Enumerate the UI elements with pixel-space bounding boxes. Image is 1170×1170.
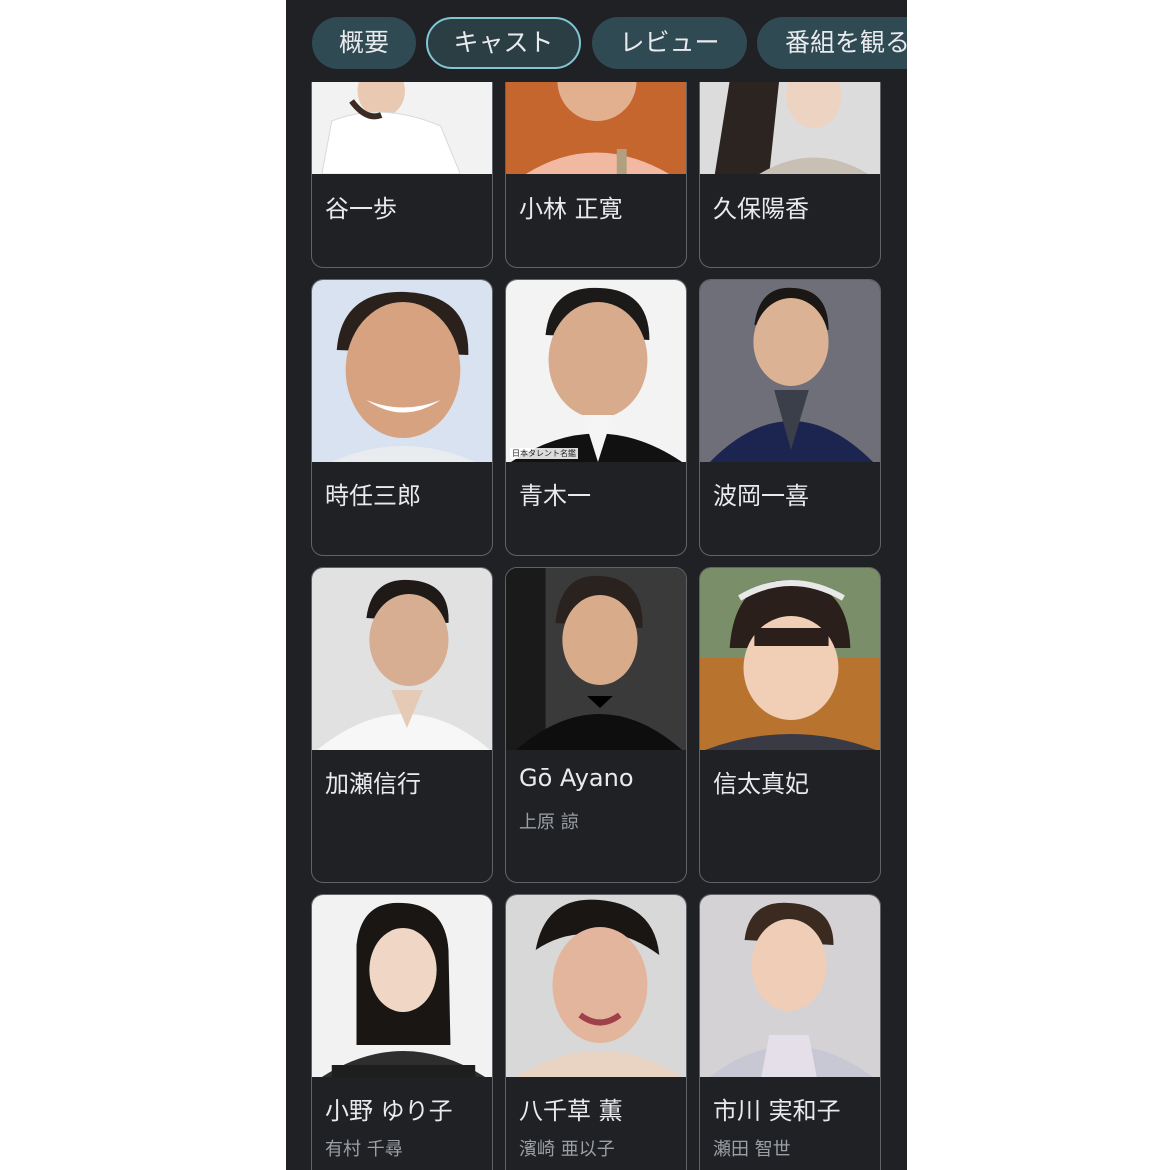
- cast-role: 瀬田 智世: [713, 1139, 791, 1160]
- tab-watch[interactable]: 番組を観る: [757, 17, 907, 69]
- cast-photo: [506, 895, 686, 1077]
- cast-photo: [312, 568, 492, 750]
- cast-card[interactable]: Gō Ayano 上原 諒: [505, 567, 687, 883]
- cast-name: 青木一: [519, 482, 591, 510]
- cast-card[interactable]: 信太真妃: [699, 567, 881, 883]
- tab-reviews[interactable]: レビュー: [592, 17, 747, 69]
- cast-photo: 日本タレント名鑑: [506, 280, 686, 462]
- cast-photo: [700, 280, 880, 462]
- cast-card[interactable]: 八千草 薫 濱崎 亜以子: [505, 894, 687, 1170]
- cast-name: 小野 ゆり子: [325, 1097, 453, 1125]
- cast-name: 八千草 薫: [519, 1097, 623, 1125]
- cast-card[interactable]: 日本タレント名鑑 青木一: [505, 279, 687, 556]
- cast-photo: [700, 895, 880, 1077]
- cast-name: 久保陽香: [713, 195, 809, 223]
- cast-photo: [312, 895, 492, 1077]
- cast-card[interactable]: 小野 ゆり子 有村 千尋: [311, 894, 493, 1170]
- tab-overview[interactable]: 概要: [312, 17, 416, 69]
- cast-role: 有村 千尋: [325, 1139, 403, 1160]
- cast-role: 濱崎 亜以子: [519, 1139, 615, 1160]
- cast-card[interactable]: 時任三郎: [311, 279, 493, 556]
- cast-card[interactable]: 加瀬信行: [311, 567, 493, 883]
- cast-card[interactable]: 市川 実和子 瀬田 智世: [699, 894, 881, 1170]
- cast-photo: [312, 280, 492, 462]
- cast-name: 谷一歩: [325, 195, 397, 223]
- phone-screen: 谷一歩 小林 正寛 久保陽香 時任三郎 日本タレント名鑑 青木一 波岡一喜 加瀬…: [286, 0, 907, 1170]
- cast-name: 信太真妃: [713, 770, 809, 798]
- cast-name: 波岡一喜: [713, 482, 809, 510]
- cast-name: 時任三郎: [325, 482, 421, 510]
- cast-role: 上原 諒: [519, 812, 579, 833]
- cast-name: 市川 実和子: [713, 1097, 841, 1125]
- cast-name: 小林 正寛: [519, 195, 623, 223]
- cast-name: Gō Ayano: [519, 764, 634, 792]
- cast-grid: 谷一歩 小林 正寛 久保陽香 時任三郎 日本タレント名鑑 青木一 波岡一喜 加瀬…: [286, 0, 907, 1170]
- tab-cast[interactable]: キャスト: [426, 17, 581, 69]
- cast-card[interactable]: 波岡一喜: [699, 279, 881, 556]
- photo-watermark: 日本タレント名鑑: [510, 448, 578, 459]
- tab-bar: 概要 キャスト レビュー 番組を観る: [286, 0, 907, 82]
- cast-photo: [506, 568, 686, 750]
- cast-name: 加瀬信行: [325, 770, 421, 798]
- cast-photo: [700, 568, 880, 750]
